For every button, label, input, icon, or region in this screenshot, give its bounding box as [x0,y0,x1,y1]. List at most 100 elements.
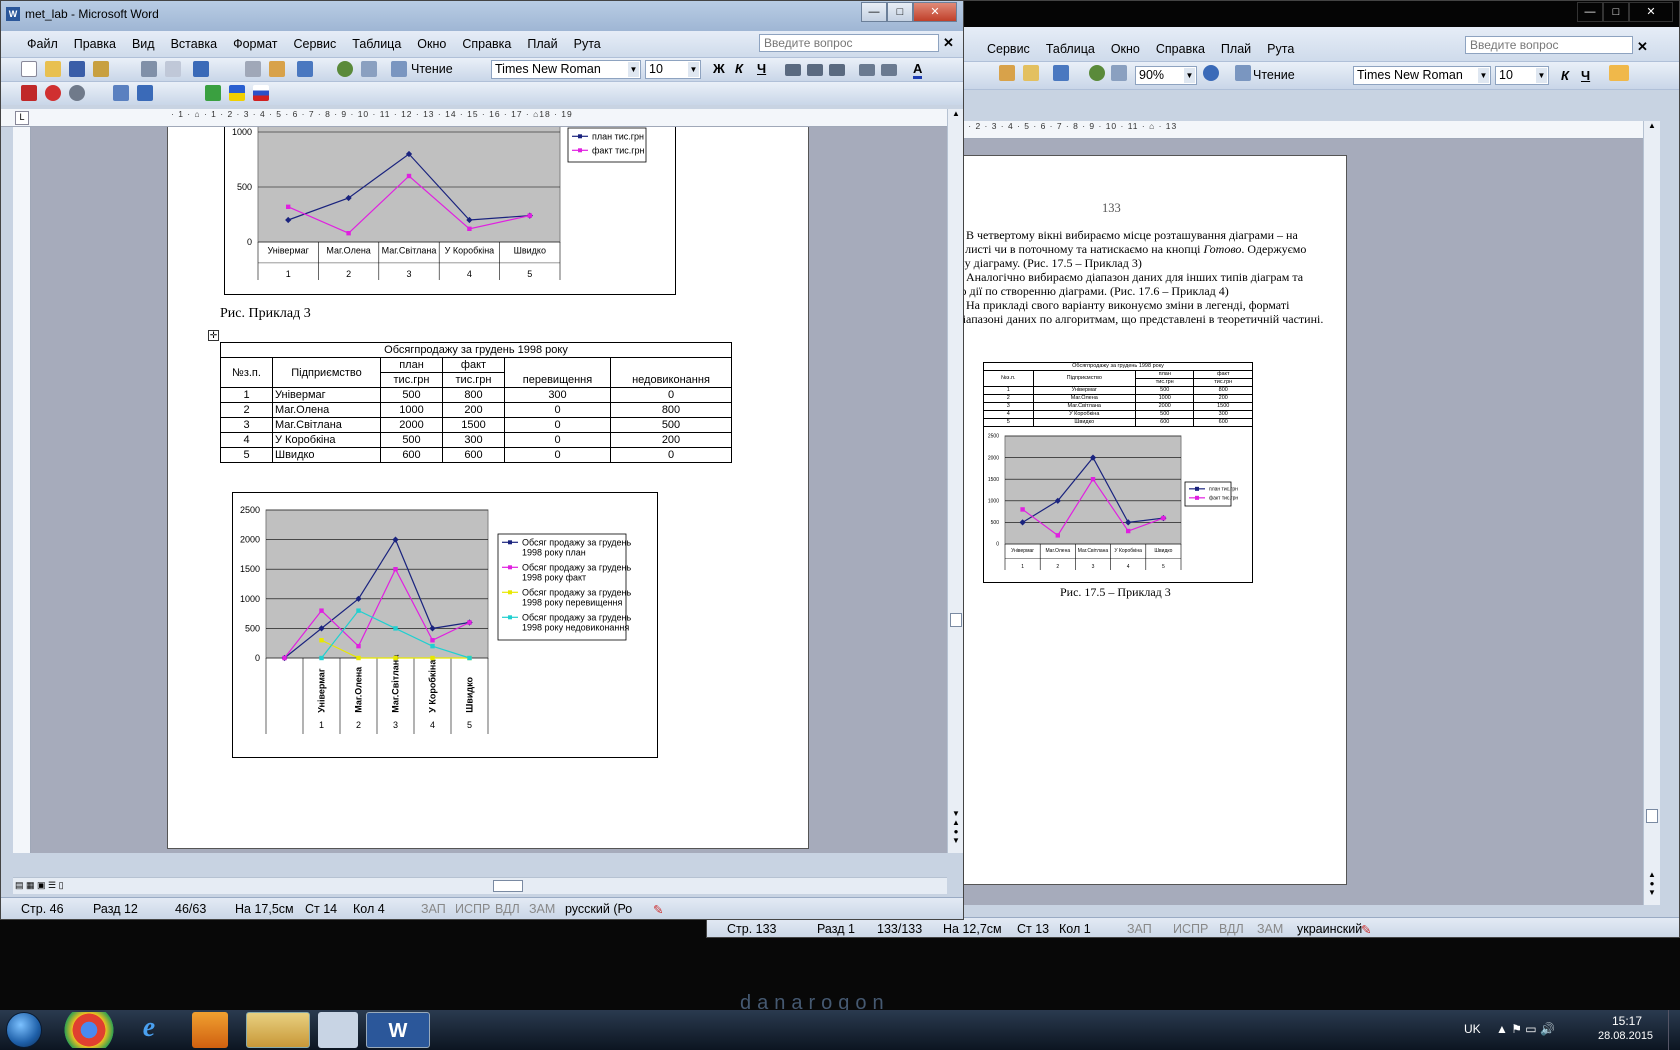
scroll-thumb[interactable] [1646,809,1658,823]
menu-ruta[interactable]: Рута [574,37,601,51]
scroll-thumb[interactable] [950,613,962,627]
main-chart[interactable]: 0 500 1000 1500 2000 2500 Універмаг 1 Маг.Олена 2… [232,492,658,758]
menu-help[interactable]: Справка [462,37,511,51]
close-icon[interactable]: ✕ [913,2,957,22]
left-horizontal-ruler[interactable]: · 1 · ⌂ · 1 · 2 · 3 · 4 · 5 · 6 · 7 · 8 … [1,109,947,127]
menu-service[interactable]: Сервис [987,42,1030,56]
check-icon[interactable] [205,85,221,101]
calculator-icon[interactable] [318,1012,358,1048]
menu-table[interactable]: Таблица [1046,42,1095,56]
media-player-icon[interactable] [192,1012,228,1048]
font-size-select[interactable]: 10 ▼ [645,60,701,79]
hyperlink-icon[interactable] [337,61,353,77]
left-document-page[interactable]: 0 500 1000 Універмаг 1 Маг.Олена 2 Маг.Світлана… [167,127,809,849]
menu-edit[interactable]: Правка [74,37,116,51]
view-buttons[interactable]: ▤ ▦ ▣ ☰ ▯ [15,880,64,891]
table-move-handle[interactable]: ✛ [208,330,219,341]
left-title-bar[interactable]: W met_lab - Microsoft Word — □ ✕ [1,1,963,31]
help-icon[interactable] [1203,65,1219,81]
right-vertical-scrollbar[interactable]: ▲ ▲ ● ▼ [1643,121,1660,905]
print-icon[interactable] [141,61,157,77]
spelling-icon[interactable]: ✎ [653,902,663,917]
menu-table[interactable]: Таблица [352,37,401,51]
table-icon[interactable] [361,61,377,77]
minimize-icon[interactable]: — [1577,2,1603,22]
menu-file[interactable]: Файл [27,37,58,51]
underline-button[interactable]: Ч [757,61,766,76]
bullets-icon[interactable] [881,64,897,76]
sales-table[interactable]: Обсягпродажу за грудень 1998 року №з.п. П… [220,342,732,463]
maximize-icon[interactable]: □ [1603,2,1629,22]
close-doc-icon[interactable]: ✕ [1637,39,1648,55]
record-icon[interactable] [45,85,61,101]
translate-icon[interactable] [113,85,129,101]
font-color-button[interactable]: A [913,61,923,79]
tab-selector[interactable]: L [15,111,29,125]
menu-view[interactable]: Вид [132,37,155,51]
spell-icon[interactable] [137,85,153,101]
thumb-table[interactable]: Обсягпродажу за грудень 1998 року №з.п. П… [983,362,1253,427]
start-button[interactable] [6,1012,42,1048]
menu-play[interactable]: Плай [1221,42,1251,56]
clock-date[interactable]: 28.08.2015 [1598,1030,1653,1042]
font-name-select[interactable]: Times New Roman ▼ [491,60,641,79]
italic-button[interactable]: К [1561,68,1569,83]
show-desktop-button[interactable] [1668,1010,1680,1050]
table-icon[interactable] [1111,65,1127,81]
hyperlink-icon[interactable] [1089,65,1105,81]
prev-chart[interactable]: 0 500 1000 Універмаг 1 Маг.Олена 2 Маг.Світлана… [224,127,676,295]
align-center-icon[interactable] [807,64,823,76]
undo-icon[interactable] [297,61,313,77]
menu-service[interactable]: Сервис [293,37,336,51]
right-document-page[interactable]: 133 6. В четвертому вікні вибираємо місц… [901,155,1347,885]
preview-icon[interactable] [165,61,181,77]
align-right-icon[interactable] [829,64,845,76]
help-search-input[interactable]: Введите вопрос [1465,36,1633,54]
zoom-select[interactable]: 90% ▼ [1135,66,1197,85]
chrome-icon[interactable] [62,1012,116,1048]
menu-format[interactable]: Формат [233,37,277,51]
underline-button[interactable]: Ч [1581,68,1590,83]
input-language[interactable]: UK [1464,1022,1481,1036]
font-name-select[interactable]: Times New Roman ▼ [1353,66,1491,85]
spelling-icon[interactable]: ✎ [1361,922,1371,937]
close-icon[interactable]: ✕ [1629,2,1673,22]
gear-icon[interactable] [69,85,85,101]
thumb-chart[interactable]: 0 500 1000 1500 2000 2500 Універмаг 1 Маг.Олена 2… [983,426,1253,583]
maximize-icon[interactable]: □ [887,2,913,22]
menu-ruta[interactable]: Рута [1267,42,1294,56]
close-doc-icon[interactable]: ✕ [943,35,954,51]
reading-mode-label[interactable]: Чтение [1253,68,1295,82]
paste-icon[interactable] [269,61,285,77]
clock-time[interactable]: 15:17 [1612,1014,1642,1028]
ru-flag-icon[interactable] [253,85,269,101]
minimize-icon[interactable]: — [861,2,887,22]
new-icon[interactable] [21,61,37,77]
align-left-icon[interactable] [1609,65,1629,81]
reading-mode-icon[interactable] [391,61,407,77]
menu-play[interactable]: Плай [527,37,557,51]
menu-help[interactable]: Справка [1156,42,1205,56]
reading-mode-icon[interactable] [1235,65,1251,81]
word-taskbar-icon[interactable]: W [366,1012,430,1048]
left-vertical-ruler[interactable] [13,127,31,853]
font-size-select[interactable]: 10 ▼ [1495,66,1549,85]
bold-button[interactable]: Ж [713,61,725,76]
save-icon[interactable] [69,61,85,77]
menu-insert[interactable]: Вставка [171,37,217,51]
pdf-icon[interactable] [21,85,37,101]
h-scroll-thumb[interactable] [493,880,523,892]
explorer-icon[interactable] [246,1012,310,1048]
open-icon[interactable] [45,61,61,77]
tray-icons[interactable]: ▲ ⚑ ▭ 🔊 [1496,1022,1555,1036]
menu-window[interactable]: Окно [417,37,446,51]
italic-button[interactable]: К [735,61,743,76]
reading-mode-label[interactable]: Чтение [411,62,453,76]
format-painter-icon[interactable] [1023,65,1039,81]
permission-icon[interactable] [93,61,109,77]
left-horizontal-scrollbar[interactable]: ▤ ▦ ▣ ☰ ▯ [13,877,947,894]
ie-icon[interactable]: e [122,1012,176,1048]
ua-flag-icon[interactable] [229,85,245,101]
cut-icon[interactable] [245,61,261,77]
left-word-window[interactable]: W met_lab - Microsoft Word — □ ✕ Файл Прав… [0,0,964,920]
